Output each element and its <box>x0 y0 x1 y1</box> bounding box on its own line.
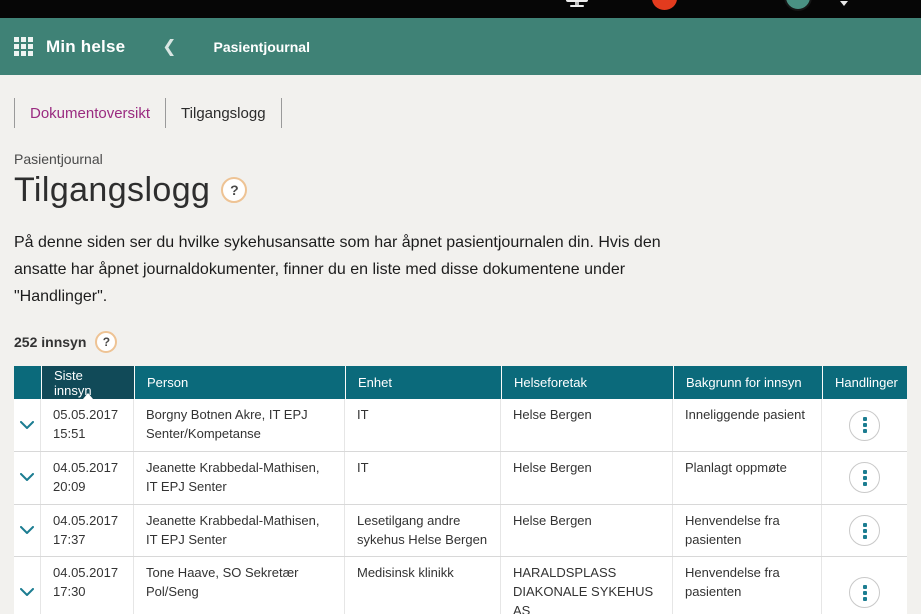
cell-siste-innsyn: 05.05.2017 15:51 <box>41 399 134 451</box>
band-section-title: Pasientjournal <box>214 39 310 55</box>
access-log-table: Siste innsyn Person Enhet Helseforetak B… <box>14 366 907 614</box>
header-enhet[interactable]: Enhet <box>345 366 501 399</box>
cell-helseforetak: Helse Bergen <box>501 399 673 451</box>
actions-menu-button[interactable] <box>849 577 880 608</box>
kebab-icon <box>863 585 867 589</box>
header-expand-column <box>14 366 41 399</box>
caret-down-icon[interactable] <box>840 1 848 6</box>
app-header: Min helse ❮ Pasientjournal <box>0 18 921 75</box>
tab-tilgangslogg[interactable]: Tilgangslogg <box>166 98 281 128</box>
kebab-icon <box>863 429 867 433</box>
access-time: 17:30 <box>53 583 121 602</box>
kebab-icon <box>863 423 867 427</box>
chevron-down-icon <box>20 473 34 482</box>
chevron-down-icon <box>20 421 34 430</box>
cell-siste-innsyn: 04.05.2017 17:37 <box>41 505 134 557</box>
chevron-down-icon <box>20 588 34 597</box>
cell-handlinger <box>822 452 907 504</box>
actions-menu-button[interactable] <box>849 410 880 441</box>
avatar[interactable] <box>784 0 812 11</box>
access-time: 20:09 <box>53 478 121 497</box>
cell-handlinger <box>822 505 907 557</box>
actions-menu-button[interactable] <box>849 462 880 493</box>
table-row: 05.05.2017 15:51 Borgny Botnen Akre, IT … <box>14 399 907 452</box>
breadcrumb: Dokumentoversikt Tilgangslogg <box>14 98 921 128</box>
page-description: På denne siden ser du hvilke sykehusansa… <box>14 230 664 311</box>
cell-siste-innsyn: 04.05.2017 17:30 <box>41 557 134 614</box>
kebab-icon <box>863 591 867 595</box>
access-date: 05.05.2017 <box>53 406 121 425</box>
cell-bakgrunn: Henvendelse fra pasienten <box>673 505 822 557</box>
table-body: 05.05.2017 15:51 Borgny Botnen Akre, IT … <box>14 399 907 614</box>
app-title[interactable]: Min helse <box>46 37 125 57</box>
table-header: Siste innsyn Person Enhet Helseforetak B… <box>14 366 907 399</box>
expand-row-button[interactable] <box>14 399 41 451</box>
cell-person: Jeanette Krabbedal-Mathisen, IT EPJ Sent… <box>134 505 345 557</box>
kebab-icon <box>863 476 867 480</box>
kebab-icon <box>863 535 867 539</box>
access-time: 17:37 <box>53 531 121 550</box>
header-handlinger[interactable]: Handlinger <box>822 366 907 399</box>
access-count: 252 innsyn <box>14 334 86 350</box>
table-row: 04.05.2017 17:37 Jeanette Krabbedal-Math… <box>14 505 907 558</box>
cell-helseforetak: Helse Bergen <box>501 452 673 504</box>
header-siste-innsyn[interactable]: Siste innsyn <box>41 366 134 399</box>
cell-enhet: IT <box>345 399 501 451</box>
page-title: Tilgangslogg <box>14 170 210 211</box>
table-row: 04.05.2017 20:09 Jeanette Krabbedal-Math… <box>14 452 907 505</box>
chevron-down-icon <box>20 526 34 535</box>
cell-person: Tone Haave, SO Sekretær Pol/Seng <box>134 557 345 614</box>
access-date: 04.05.2017 <box>53 512 121 531</box>
cell-enhet: IT <box>345 452 501 504</box>
cell-bakgrunn: Planlagt oppmøte <box>673 452 822 504</box>
kebab-icon <box>863 417 867 421</box>
kebab-icon <box>863 470 867 474</box>
cell-enhet: Lesetilgang andre sykehus Helse Bergen <box>345 505 501 557</box>
cell-handlinger <box>822 399 907 451</box>
access-date: 04.05.2017 <box>53 459 121 478</box>
header-helseforetak[interactable]: Helseforetak <box>501 366 673 399</box>
cell-helseforetak: HARALDSPLASS DIAKONALE SYKEHUS AS <box>501 557 673 614</box>
access-time: 15:51 <box>53 425 121 444</box>
back-chevron-icon[interactable]: ❮ <box>162 37 176 57</box>
page-kicker: Pasientjournal <box>14 151 921 167</box>
actions-menu-button[interactable] <box>849 515 880 546</box>
kebab-icon <box>863 482 867 486</box>
cell-siste-innsyn: 04.05.2017 20:09 <box>41 452 134 504</box>
header-bakgrunn[interactable]: Bakgrunn for innsyn <box>673 366 822 399</box>
kebab-icon <box>863 529 867 533</box>
tab-dokumentoversikt[interactable]: Dokumentoversikt <box>15 98 165 128</box>
cell-helseforetak: Helse Bergen <box>501 505 673 557</box>
expand-row-button[interactable] <box>14 505 41 557</box>
expand-row-button[interactable] <box>14 452 41 504</box>
cell-handlinger <box>822 557 907 614</box>
expand-row-button[interactable] <box>14 557 41 614</box>
cell-bakgrunn: Inneliggende pasient <box>673 399 822 451</box>
monitor-icon <box>570 5 584 7</box>
kebab-icon <box>863 597 867 601</box>
cell-bakgrunn: Henvendelse fra pasienten <box>673 557 822 614</box>
cell-enhet: Medisinsk klinikk <box>345 557 501 614</box>
apps-grid-icon[interactable] <box>14 37 33 56</box>
table-row: 04.05.2017 17:30 Tone Haave, SO Sekretær… <box>14 557 907 614</box>
notification-badge-icon[interactable] <box>652 0 677 10</box>
cell-person: Jeanette Krabbedal-Mathisen, IT EPJ Sent… <box>134 452 345 504</box>
kebab-icon <box>863 523 867 527</box>
header-person[interactable]: Person <box>134 366 345 399</box>
help-icon[interactable]: ? <box>221 177 247 203</box>
tab-divider <box>281 98 282 128</box>
help-icon[interactable]: ? <box>95 331 117 353</box>
access-date: 04.05.2017 <box>53 564 121 583</box>
top-chrome-bar <box>0 0 921 18</box>
cell-person: Borgny Botnen Akre, IT EPJ Senter/Kompet… <box>134 399 345 451</box>
